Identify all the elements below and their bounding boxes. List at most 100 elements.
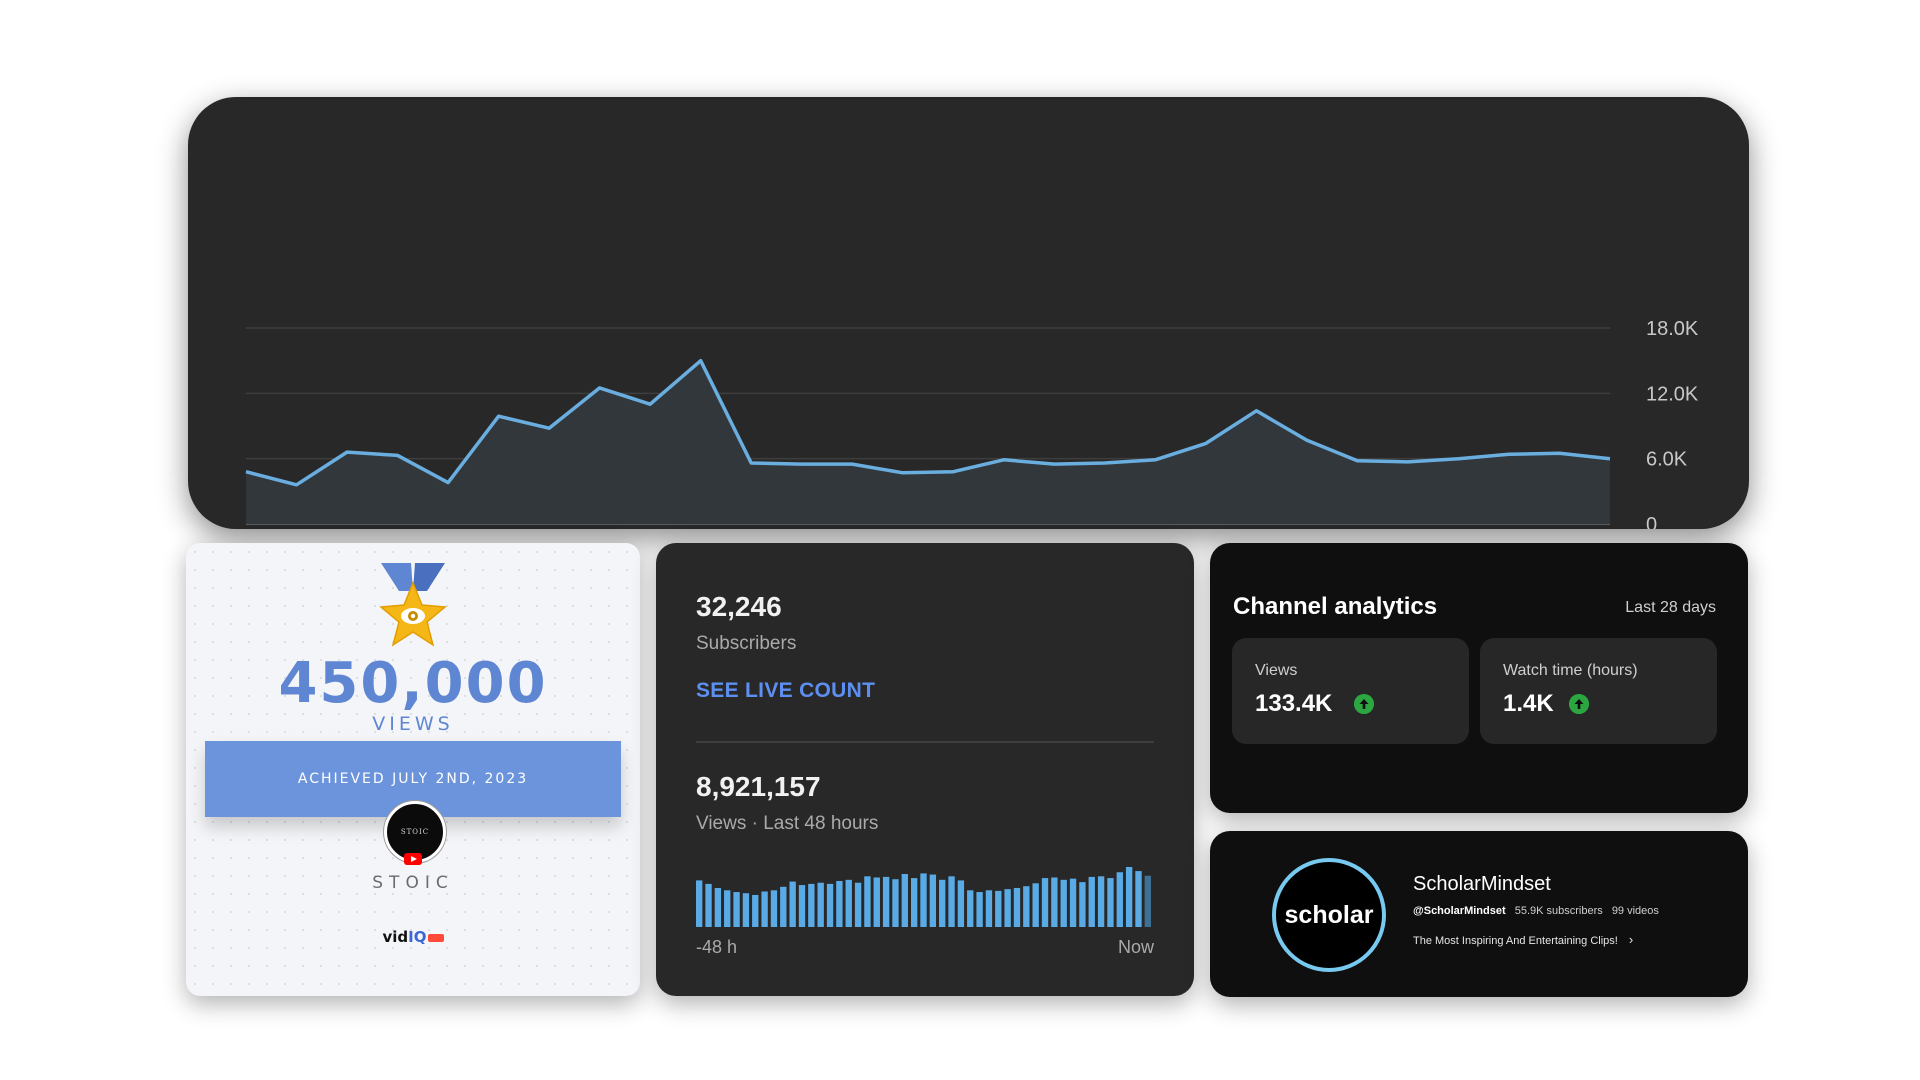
channel-avatar-text: scholar <box>1284 900 1374 929</box>
channel-handle: @ScholarMindset <box>1413 905 1506 917</box>
milestone-card: 450,000 VIEWS ACHIEVED JULY 2ND, 2023 ST… <box>186 543 640 996</box>
realtime-bar <box>1116 872 1123 927</box>
realtime-bar <box>967 890 974 927</box>
realtime-bar <box>882 876 890 927</box>
channel-description[interactable]: The Most Inspiring And Entertaining Clip… <box>1413 932 1633 947</box>
realtime-bar <box>910 878 918 927</box>
views-label: Views · Last 48 hours <box>696 813 879 834</box>
realtime-bar <box>1060 879 1067 927</box>
realtime-stats-card: 32,246 Subscribers SEE LIVE COUNT 8,921,… <box>656 543 1194 996</box>
metric-value: 133.4K <box>1255 690 1333 717</box>
realtime-bar <box>826 883 834 927</box>
realtime-bar <box>714 887 722 927</box>
views-trend-chart: 18.0K 12.0K 6.0K 0 <box>245 318 1699 529</box>
metric-views-box[interactable]: Views 133.4K <box>1232 638 1469 744</box>
bar-axis-end-label: Now <box>1117 937 1154 957</box>
divider <box>696 741 1154 743</box>
realtime-bar <box>808 883 815 927</box>
realtime-bar <box>1097 876 1105 927</box>
analytics-period[interactable]: Last 28 days <box>1625 599 1716 617</box>
realtime-bar <box>1023 886 1030 927</box>
realtime-bar <box>1004 889 1011 927</box>
realtime-bar <box>742 893 750 927</box>
realtime-bar <box>789 881 796 927</box>
realtime-bar <box>873 877 880 927</box>
subscriber-label: Subscribers <box>696 633 797 654</box>
realtime-bar <box>1069 878 1077 927</box>
y-tick-label: 6.0K <box>1646 449 1688 471</box>
milestone-channel-name: STOIC <box>372 873 454 893</box>
vidiq-logo-iq: IQ <box>408 928 427 946</box>
realtime-bar <box>1107 878 1114 927</box>
realtime-bar <box>995 890 1002 927</box>
metric-value: 1.4K <box>1503 690 1554 717</box>
arrow-up-circle-icon <box>1569 694 1589 714</box>
y-tick-label: 12.0K <box>1646 383 1699 405</box>
milestone-views-word: VIEWS <box>372 713 454 735</box>
realtime-bar <box>864 876 871 927</box>
youtube-mini-icon <box>427 933 444 942</box>
metric-watch-time-box[interactable]: Watch time (hours) 1.4K <box>1480 638 1717 744</box>
realtime-bar <box>1032 883 1039 927</box>
y-tick-label: 18.0K <box>1646 318 1699 340</box>
realtime-bar <box>948 876 955 927</box>
y-tick-label: 0 <box>1646 514 1657 529</box>
metric-label: Watch time (hours) <box>1503 662 1638 679</box>
realtime-bar <box>957 880 965 927</box>
channel-subscribers: 55.9K subscribers <box>1514 905 1603 917</box>
realtime-bar <box>1013 887 1021 927</box>
avatar-text: STOIC <box>400 828 430 836</box>
channel-avatar[interactable]: scholar <box>1272 858 1386 972</box>
realtime-bar <box>920 873 927 927</box>
channel-meta: @ScholarMindset 55.9K subscribers 99 vid… <box>1413 905 1659 917</box>
realtime-bar <box>836 880 843 927</box>
metric-label: Views <box>1255 662 1298 679</box>
realtime-bar-chart <box>696 867 1152 927</box>
realtime-bar <box>845 879 852 927</box>
realtime-bar <box>798 885 806 927</box>
realtime-bar <box>724 890 731 927</box>
realtime-bar <box>939 879 946 927</box>
realtime-bar <box>780 886 787 927</box>
channel-description-text: The Most Inspiring And Entertaining Clip… <box>1413 935 1618 947</box>
realtime-bar <box>1135 871 1142 927</box>
achieved-date-text: ACHIEVED JULY 2ND, 2023 <box>297 771 529 787</box>
channel-name[interactable]: ScholarMindset <box>1413 873 1551 896</box>
medal-star-icon <box>377 561 449 661</box>
channel-analytics-card: Channel analytics Last 28 days Views 133… <box>1210 543 1748 813</box>
youtube-icon <box>404 853 422 865</box>
realtime-bar <box>976 892 983 927</box>
analytics-title: Channel analytics <box>1233 593 1438 620</box>
views-count: 8,921,157 <box>696 771 821 802</box>
realtime-bar <box>929 874 937 927</box>
realtime-bar <box>985 890 993 927</box>
realtime-bar <box>854 882 862 927</box>
vidiq-logo-vid: vid <box>382 928 409 946</box>
realtime-bar <box>1041 878 1049 927</box>
realtime-bar <box>1144 875 1152 927</box>
views-trend-card: 18.0K 12.0K 6.0K 0 <box>188 97 1749 529</box>
trend-area <box>246 360 1610 524</box>
vidiq-logo: vidIQ <box>186 928 640 946</box>
realtime-bar <box>770 890 778 927</box>
realtime-bar <box>1079 882 1086 927</box>
chevron-right-icon: › <box>1628 932 1634 947</box>
channel-profile-card[interactable]: scholar ScholarMindset @ScholarMindset 5… <box>1210 831 1748 997</box>
see-live-count-link[interactable]: SEE LIVE COUNT <box>696 679 875 703</box>
realtime-bar <box>1088 876 1095 927</box>
bar-axis-start-label: -48 h <box>696 937 738 957</box>
realtime-bar <box>901 873 908 927</box>
arrow-up-circle-icon <box>1354 694 1374 714</box>
milestone-views-number: 450,000 <box>278 651 548 716</box>
realtime-bar <box>733 892 740 927</box>
realtime-bar <box>892 879 899 927</box>
channel-videos: 99 videos <box>1611 905 1659 917</box>
realtime-bar <box>817 882 824 927</box>
realtime-bar <box>761 891 768 927</box>
realtime-bar <box>1051 877 1058 927</box>
realtime-bar <box>1125 867 1133 927</box>
realtime-bar <box>696 880 703 927</box>
realtime-bar <box>705 883 712 927</box>
subscriber-count: 32,246 <box>696 591 782 622</box>
realtime-bar <box>752 894 759 927</box>
